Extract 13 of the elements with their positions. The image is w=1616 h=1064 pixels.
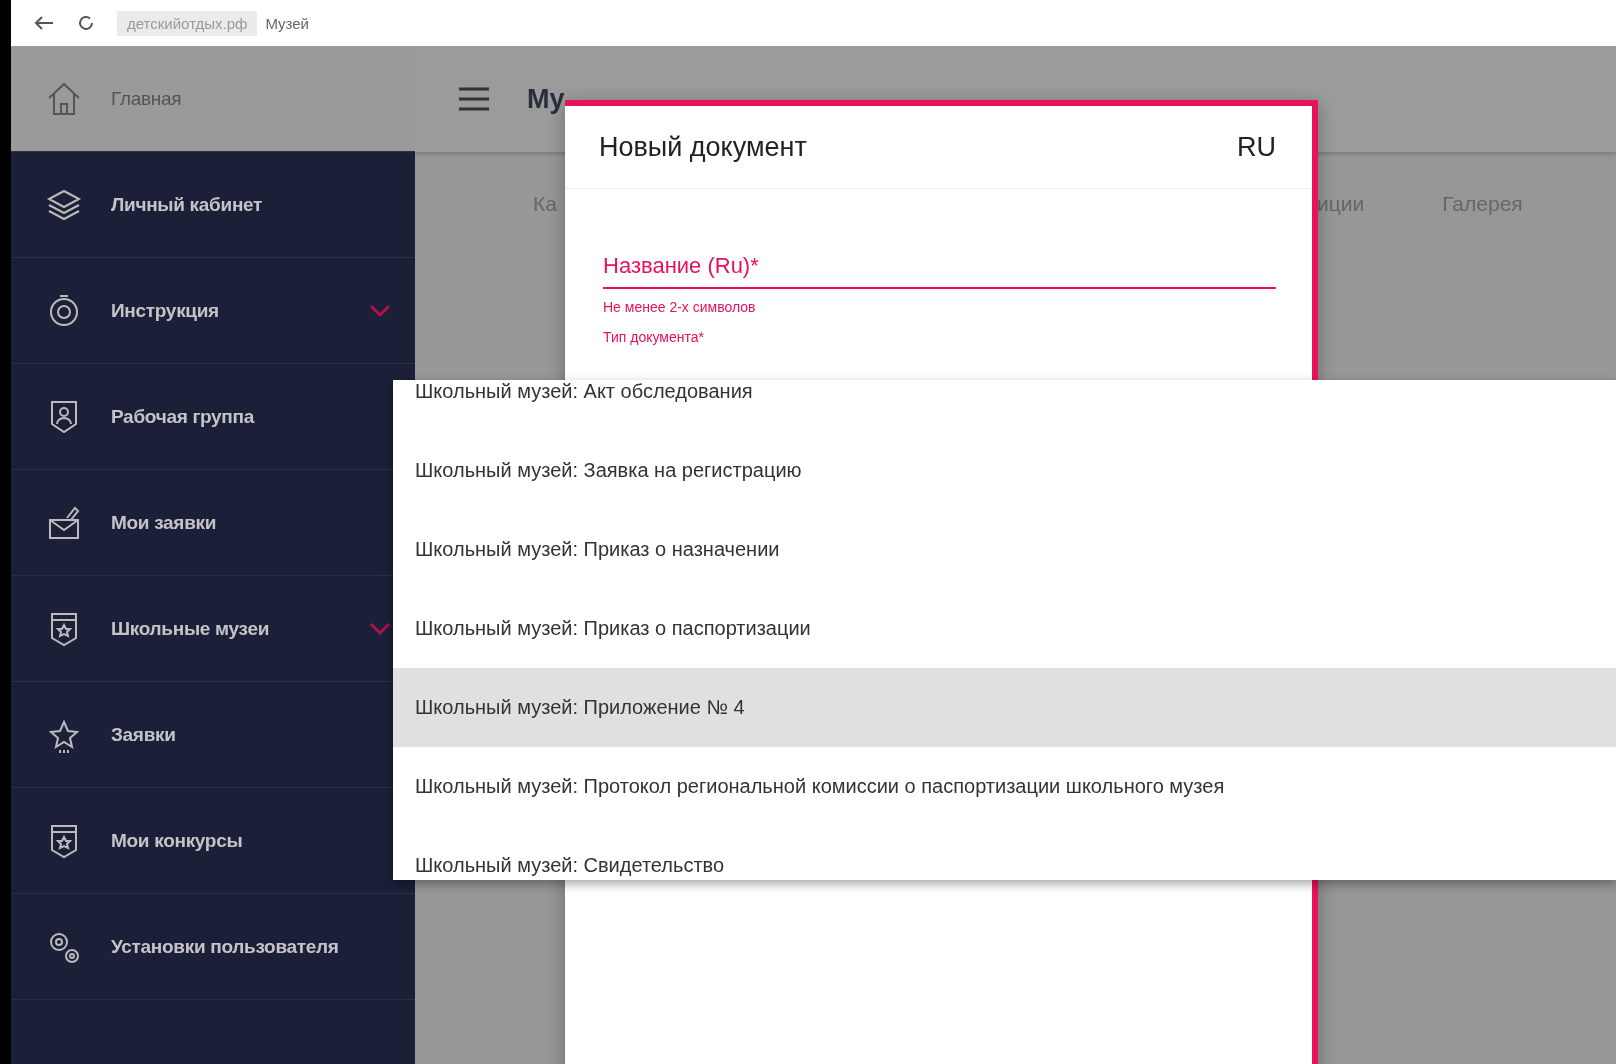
page-title: Музей	[265, 14, 309, 32]
chevron-down-icon[interactable]	[369, 303, 391, 318]
reload-icon[interactable]	[77, 14, 95, 32]
menu-icon[interactable]	[459, 86, 489, 112]
page-heading: Му	[527, 83, 565, 115]
chevron-down-icon[interactable]	[369, 621, 391, 636]
dialog-title: Новый документ	[599, 131, 807, 163]
language-toggle[interactable]: RU	[1237, 131, 1276, 163]
dropdown-option[interactable]: Школьный музей: Приложение № 4	[393, 668, 1616, 747]
field-label: Тип документа*	[603, 329, 705, 345]
name-input-field[interactable]: Название (Ru)*	[603, 253, 1276, 289]
field-hint: Не менее 2-х символов	[603, 299, 757, 315]
back-icon[interactable]	[33, 15, 55, 31]
